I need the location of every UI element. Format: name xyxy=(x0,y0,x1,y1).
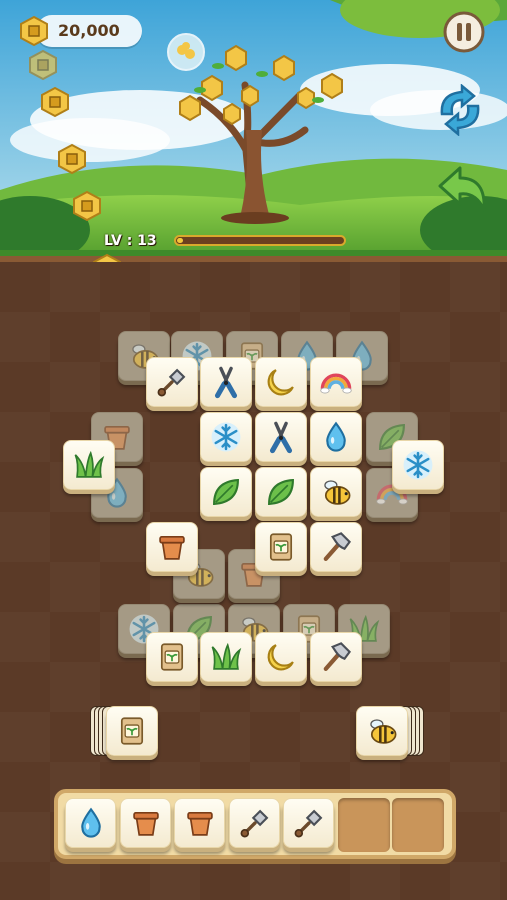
tray-slot-shovel xyxy=(283,798,334,848)
rainbow-icon xyxy=(319,365,353,399)
tile-seed-bag[interactable] xyxy=(146,632,198,682)
tray-slot-water-drop xyxy=(65,798,116,848)
tile-rainbow[interactable] xyxy=(310,357,362,407)
coin-icon xyxy=(18,15,50,47)
tile-leaf[interactable] xyxy=(255,467,307,517)
axe-icon xyxy=(319,640,353,674)
pause-button[interactable] xyxy=(443,11,485,53)
flower-pot-icon xyxy=(183,806,217,840)
pruning-shears-icon xyxy=(209,365,243,399)
tray-slot-shovel xyxy=(229,798,280,848)
grass-icon xyxy=(72,448,106,482)
coin-icon xyxy=(56,143,88,175)
tile-moon[interactable] xyxy=(255,357,307,407)
tile-pruning-shears[interactable] xyxy=(255,412,307,462)
grass-icon xyxy=(209,640,243,674)
seed-bag-icon xyxy=(264,530,298,564)
coin-counter: 20,000 xyxy=(36,15,142,47)
moon-icon xyxy=(264,640,298,674)
shuffle-icon xyxy=(440,83,480,137)
tile-leaf[interactable] xyxy=(200,467,252,517)
shovel-icon xyxy=(155,365,189,399)
tray-slot-flower-pot xyxy=(120,798,171,848)
bee-icon xyxy=(319,475,353,509)
axe-icon xyxy=(319,530,353,564)
tile-axe[interactable] xyxy=(310,522,362,572)
coin-icon xyxy=(27,49,59,81)
seed-bag-icon xyxy=(155,640,189,674)
tile-bee[interactable] xyxy=(310,467,362,517)
tile-snowflake[interactable] xyxy=(200,412,252,462)
undo-icon xyxy=(438,166,486,212)
level-label: LV : 13 xyxy=(104,233,157,249)
leaf-icon xyxy=(209,475,243,509)
stack-top-tile-seed-bag[interactable] xyxy=(106,706,158,756)
flower-pot-icon xyxy=(129,806,163,840)
tile-axe[interactable] xyxy=(310,632,362,682)
level-progress-bar xyxy=(174,235,346,246)
tile-snowflake[interactable] xyxy=(392,440,444,490)
tile-shovel[interactable] xyxy=(146,357,198,407)
stack-top-tile-bee[interactable] xyxy=(356,706,408,756)
shovel-icon xyxy=(292,806,326,840)
tile-pruning-shears[interactable] xyxy=(200,357,252,407)
bee-icon xyxy=(365,714,399,748)
tile-moon[interactable] xyxy=(255,632,307,682)
snowflake-icon xyxy=(401,448,435,482)
tray-slot-flower-pot xyxy=(174,798,225,848)
level-progress-fill xyxy=(177,238,183,243)
coin-icon xyxy=(39,86,71,118)
leaf-icon xyxy=(264,475,298,509)
snowflake-icon xyxy=(209,420,243,454)
tile-seed-bag[interactable] xyxy=(255,522,307,572)
flower-pot-icon xyxy=(155,530,189,564)
shovel-icon xyxy=(238,806,272,840)
tile-grass[interactable] xyxy=(63,440,115,490)
shuffle-button[interactable] xyxy=(432,83,488,137)
undo-button[interactable] xyxy=(436,164,490,218)
coin-value: 20,000 xyxy=(58,21,120,40)
tile-flower-pot[interactable] xyxy=(146,522,198,572)
moon-icon xyxy=(264,365,298,399)
tray-slot-empty xyxy=(338,798,390,852)
water-drop-icon xyxy=(74,806,108,840)
tile-water-drop[interactable] xyxy=(310,412,362,462)
tile-grass[interactable] xyxy=(200,632,252,682)
pruning-shears-icon xyxy=(264,420,298,454)
tray-slot-empty xyxy=(392,798,444,852)
pause-icon xyxy=(443,11,485,53)
seed-bag-icon xyxy=(115,714,149,748)
coin-icon xyxy=(71,190,103,222)
water-drop-icon xyxy=(319,420,353,454)
